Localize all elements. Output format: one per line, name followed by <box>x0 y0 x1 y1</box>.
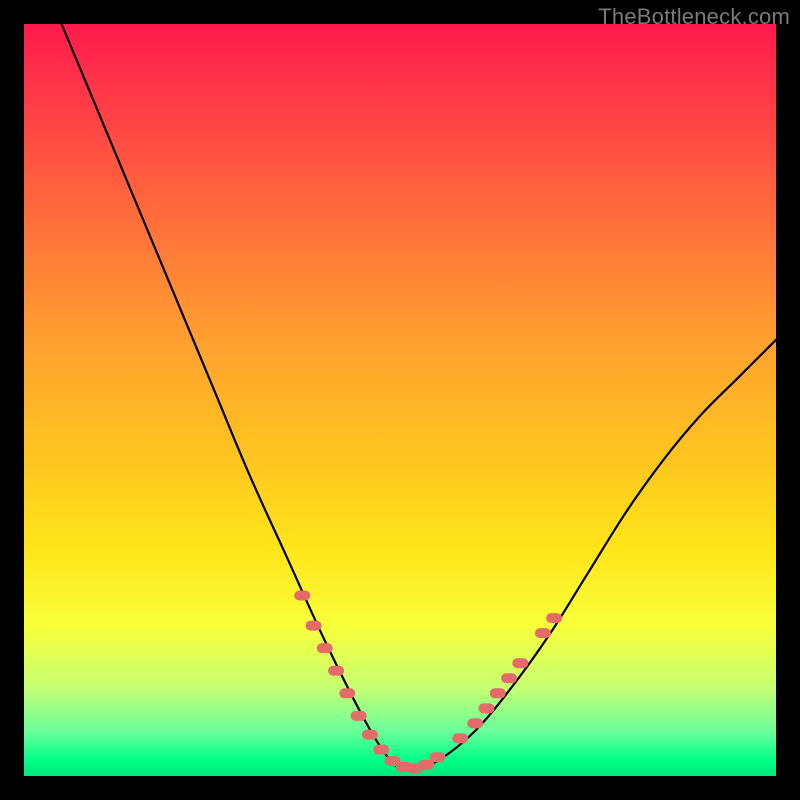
curve-marker <box>546 613 562 623</box>
curve-markers <box>294 591 562 774</box>
bottleneck-curve <box>24 24 776 776</box>
curve-marker <box>478 703 494 713</box>
curve-marker <box>328 666 344 676</box>
curve-marker <box>512 658 528 668</box>
curve-marker <box>452 733 468 743</box>
curve-marker <box>490 688 506 698</box>
curve-marker <box>362 730 378 740</box>
curve-marker <box>351 711 367 721</box>
curve-marker <box>317 643 333 653</box>
curve-marker <box>339 688 355 698</box>
curve-marker <box>467 718 483 728</box>
curve-marker <box>373 745 389 755</box>
curve-marker <box>430 752 446 762</box>
curve-marker <box>535 628 551 638</box>
curve-marker <box>294 591 310 601</box>
curve-line <box>62 24 776 770</box>
curve-marker <box>306 621 322 631</box>
curve-marker <box>501 673 517 683</box>
